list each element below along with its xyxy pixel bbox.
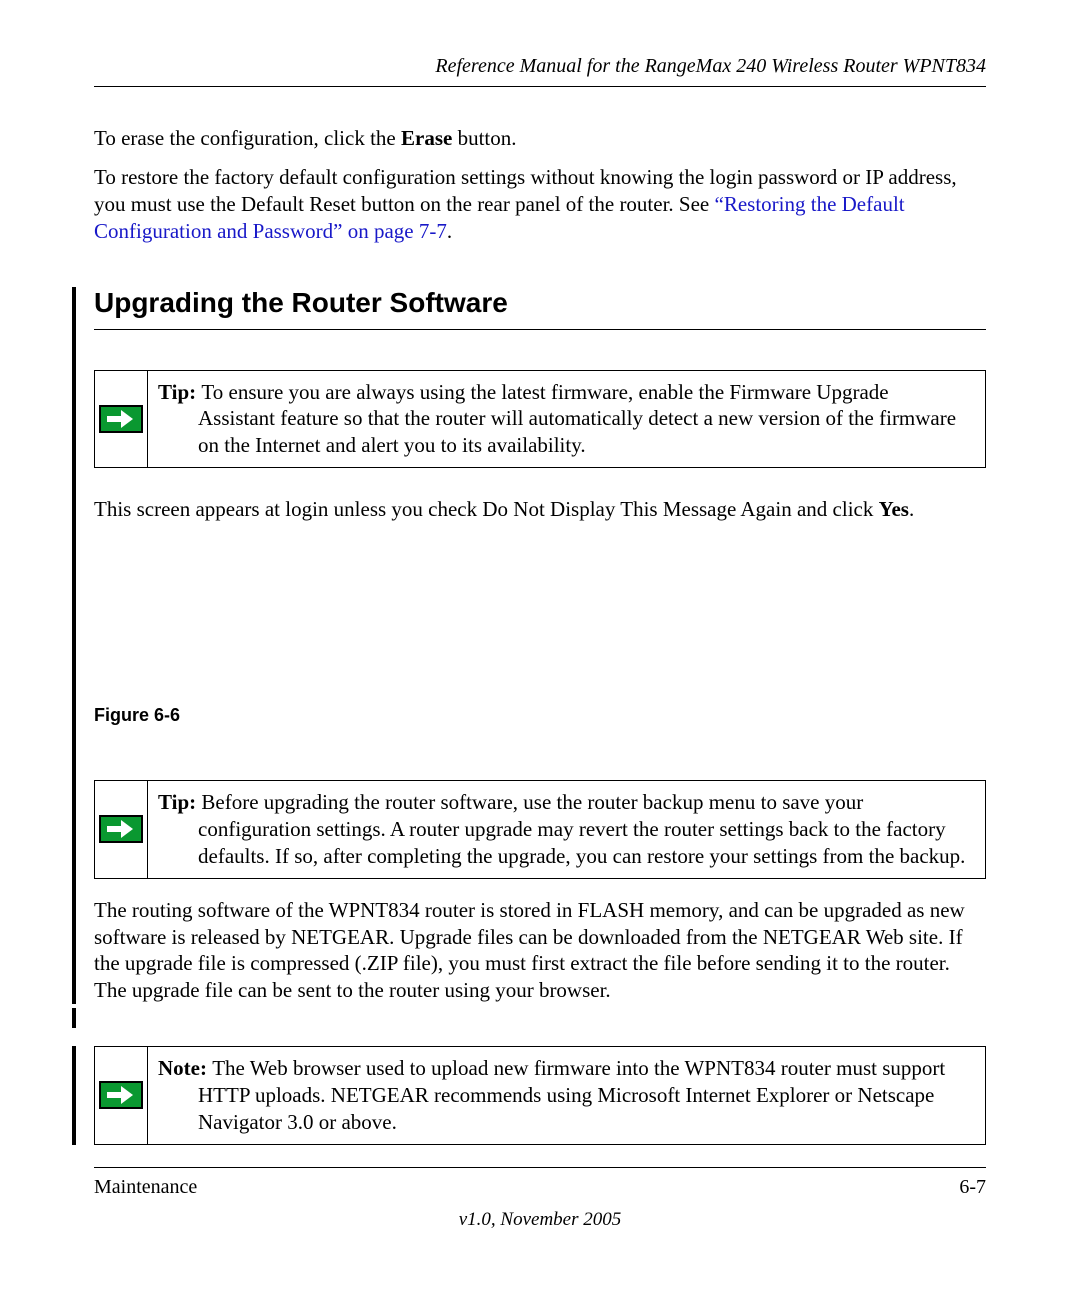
footer-version: v1.0, November 2005 — [94, 1209, 986, 1231]
callout-icon-cell — [95, 1047, 148, 1144]
arrow-right-icon — [99, 815, 143, 843]
footer-left: Maintenance — [94, 1176, 197, 1199]
note-lead: Note: — [158, 1056, 212, 1080]
figure-placeholder — [94, 535, 986, 705]
text: This screen appears at login unless you … — [94, 497, 879, 521]
figure-caption: Figure 6-6 — [94, 705, 986, 726]
tip-callout-1: Tip: To ensure you are always using the … — [94, 370, 986, 469]
callout-text: Tip: To ensure you are always using the … — [148, 371, 985, 468]
section-upgrading: Upgrading the Router Software Tip: To en… — [72, 287, 986, 1005]
bold-yes: Yes — [879, 497, 909, 521]
note-callout: Note: The Web browser used to upload new… — [94, 1046, 986, 1145]
change-bar-tick — [72, 1008, 986, 1028]
tip-lead: Tip: — [158, 790, 201, 814]
tip-callout-2: Tip: Before upgrading the router softwar… — [94, 780, 986, 879]
paragraph-routing-software: The routing software of the WPNT834 rout… — [94, 897, 986, 1005]
page: Reference Manual for the RangeMax 240 Wi… — [0, 0, 1080, 1271]
callout-icon-cell — [95, 781, 148, 878]
tip-body: To ensure you are always using the lates… — [198, 380, 956, 458]
arrow-right-icon — [99, 1081, 143, 1109]
callout-icon-cell — [95, 371, 148, 468]
text: To erase the configuration, click the — [94, 126, 401, 150]
callout-text: Tip: Before upgrading the router softwar… — [148, 781, 985, 878]
running-header: Reference Manual for the RangeMax 240 Wi… — [94, 55, 986, 87]
note-body: The Web browser used to upload new firmw… — [198, 1056, 945, 1134]
text: . — [909, 497, 914, 521]
arrow-right-icon — [99, 405, 143, 433]
text: . — [447, 219, 452, 243]
paragraph-restore: To restore the factory default configura… — [94, 164, 986, 245]
paragraph-erase: To erase the configuration, click the Er… — [94, 125, 986, 152]
text: button. — [452, 126, 516, 150]
bold-erase: Erase — [401, 126, 452, 150]
tip-lead: Tip: — [158, 380, 201, 404]
paragraph-screen-appears: This screen appears at login unless you … — [94, 496, 986, 523]
page-footer: Maintenance 6-7 — [94, 1167, 986, 1199]
callout-text: Note: The Web browser used to upload new… — [148, 1047, 985, 1144]
note-wrap: Note: The Web browser used to upload new… — [72, 1046, 986, 1145]
tip-body: Before upgrading the router software, us… — [198, 790, 965, 868]
section-heading: Upgrading the Router Software — [94, 287, 986, 330]
footer-right: 6-7 — [959, 1176, 986, 1199]
